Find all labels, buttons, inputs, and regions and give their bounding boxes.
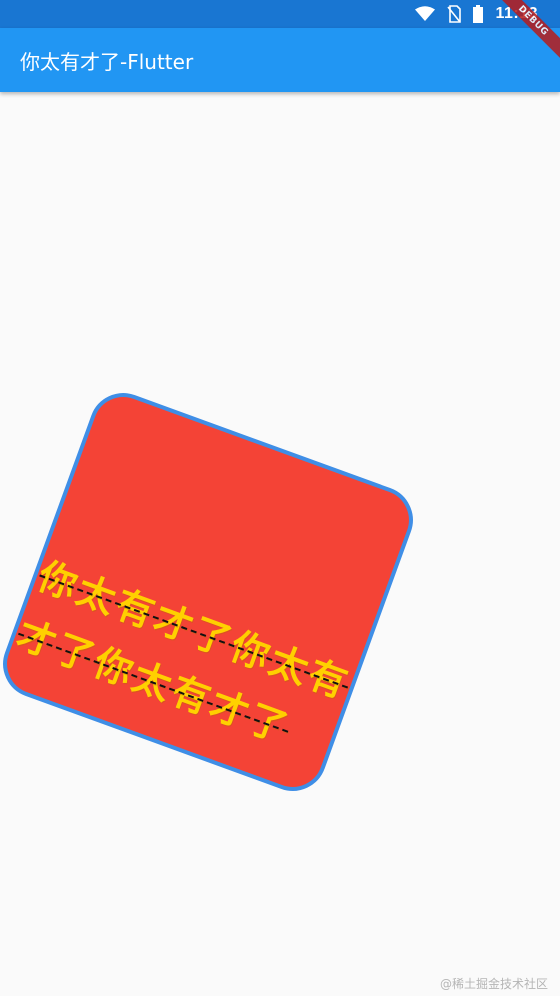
status-icons: 11:13 xyxy=(415,4,538,24)
app-title: 你太有才了-Flutter xyxy=(20,50,194,74)
status-time: 11:13 xyxy=(495,5,538,22)
watermark: @稀土掘金技术社区 xyxy=(439,977,548,991)
content-area: 你太有才了你太有才了你太有才了 xyxy=(0,92,560,996)
wifi-icon xyxy=(415,6,436,21)
status-bar: 11:13 xyxy=(0,0,560,28)
app-bar: 你太有才了-Flutter xyxy=(0,28,560,92)
battery-icon xyxy=(473,5,484,23)
overflow-text: 你太有才了你太有才了你太有才了 xyxy=(11,553,356,752)
no-sim-icon xyxy=(447,5,462,23)
rotated-container: 你太有才了你太有才了你太有才了 xyxy=(0,383,423,801)
